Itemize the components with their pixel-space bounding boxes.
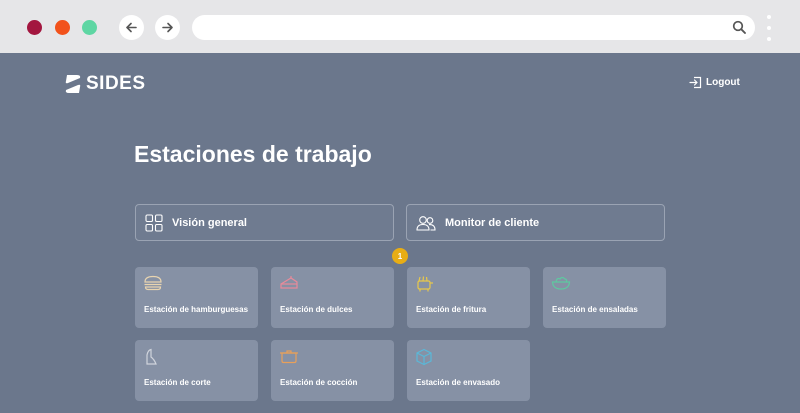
station-label: Estación de hamburguesas xyxy=(144,305,249,314)
burger-icon xyxy=(143,275,163,291)
logout-label: Logout xyxy=(706,77,740,88)
brand-name: SIDES xyxy=(86,73,146,94)
search-icon[interactable] xyxy=(732,20,747,35)
station-cutting[interactable]: Estación de corte xyxy=(135,340,258,401)
salad-bowl-icon xyxy=(551,275,571,291)
station-salads[interactable]: Estación de ensaladas xyxy=(543,267,666,328)
customer-monitor-card[interactable]: Monitor de cliente xyxy=(406,204,665,241)
station-cooking[interactable]: Estación de cocción xyxy=(271,340,394,401)
browser-menu-button[interactable] xyxy=(766,15,772,41)
general-overview-card[interactable]: Visión general xyxy=(135,204,394,241)
back-button[interactable] xyxy=(119,15,144,40)
brand-logo[interactable]: SIDES xyxy=(64,73,146,95)
kebab-dot-icon xyxy=(767,26,771,30)
station-label: Estación de ensaladas xyxy=(552,305,638,314)
fryer-icon xyxy=(415,275,435,293)
customer-monitor-label: Monitor de cliente xyxy=(445,216,540,229)
station-label: Estación de envasado xyxy=(416,378,501,387)
station-packaging[interactable]: Estación de envasado xyxy=(407,340,530,401)
kebab-dot-icon xyxy=(767,15,771,19)
general-overview-label: Visión general xyxy=(172,216,247,229)
close-window-button[interactable] xyxy=(27,20,42,35)
box-icon xyxy=(415,348,433,366)
minimize-window-button[interactable] xyxy=(55,20,70,35)
browser-toolbar xyxy=(0,0,800,53)
address-bar[interactable] xyxy=(192,15,755,40)
sides-logo-icon xyxy=(65,75,81,93)
knife-icon xyxy=(143,348,161,366)
pot-icon xyxy=(279,348,299,364)
station-hamburgers[interactable]: Estación de hamburguesas xyxy=(135,267,258,328)
grid-icon xyxy=(145,213,163,232)
station-frying[interactable]: Estación de fritura xyxy=(407,267,530,328)
station-label: Estación de cocción xyxy=(280,378,358,387)
notification-badge: 1 xyxy=(392,248,408,264)
forward-button[interactable] xyxy=(155,15,180,40)
logout-button[interactable]: Logout xyxy=(689,76,740,89)
page-title: Estaciones de trabajo xyxy=(134,141,372,167)
station-label: Estación de dulces xyxy=(280,305,353,314)
station-label: Estación de fritura xyxy=(416,305,487,314)
station-sweets[interactable]: Estación de dulces xyxy=(271,267,394,328)
kebab-dot-icon xyxy=(767,37,771,41)
arrow-right-icon xyxy=(162,22,173,33)
users-icon xyxy=(416,214,436,232)
browser-window: SIDES Logout Estaciones de trabajo Visió… xyxy=(0,0,800,413)
cake-icon xyxy=(279,275,299,291)
station-label: Estación de corte xyxy=(144,378,211,387)
arrow-left-icon xyxy=(126,22,137,33)
maximize-window-button[interactable] xyxy=(82,20,97,35)
logout-icon xyxy=(689,76,702,89)
app-main: SIDES Logout Estaciones de trabajo Visió… xyxy=(0,53,800,413)
